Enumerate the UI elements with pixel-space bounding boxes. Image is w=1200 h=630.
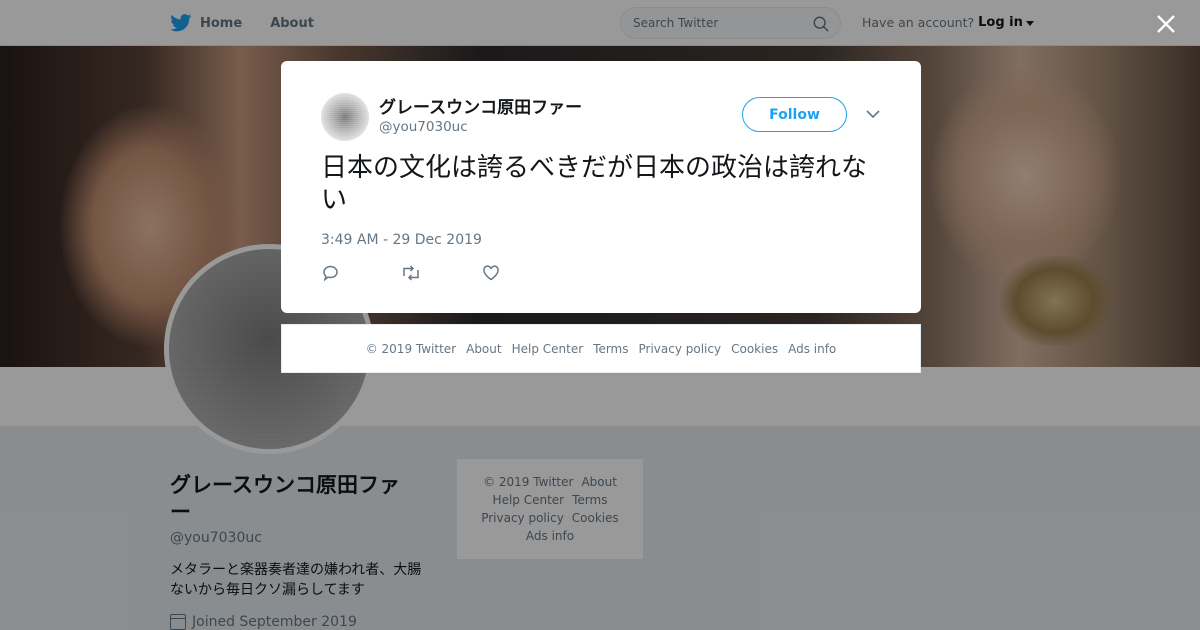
- tweet-author-name[interactable]: グレースウンコ原田ファー: [379, 93, 582, 118]
- tweet-text: 日本の文化は誇るべきだが日本の政治は誇れない: [321, 153, 868, 215]
- close-icon[interactable]: [1154, 12, 1178, 36]
- footer-ads[interactable]: Ads info: [788, 342, 836, 356]
- footer-cookies[interactable]: Cookies: [731, 342, 778, 356]
- tweet-modal: グレースウンコ原田ファー @you7030uc Follow 日本の文化は誇るべ…: [281, 61, 921, 313]
- modal-footer: © 2019 Twitter About Help Center Terms P…: [281, 324, 921, 373]
- footer-about[interactable]: About: [466, 342, 501, 356]
- footer-copyright: © 2019 Twitter: [365, 341, 457, 356]
- tweet-timestamp[interactable]: 3:49 AM - 29 Dec 2019: [321, 232, 482, 248]
- footer-privacy[interactable]: Privacy policy: [639, 342, 722, 356]
- reply-icon[interactable]: [321, 263, 341, 283]
- footer-help[interactable]: Help Center: [512, 342, 584, 356]
- heart-icon[interactable]: [481, 263, 501, 283]
- retweet-icon[interactable]: [401, 263, 421, 283]
- follow-button[interactable]: Follow: [742, 97, 847, 132]
- tweet-actions: [321, 263, 541, 283]
- footer-terms[interactable]: Terms: [593, 342, 628, 356]
- chevron-down-icon[interactable]: [865, 108, 881, 120]
- tweet-author-avatar[interactable]: [321, 93, 369, 141]
- tweet-author-handle[interactable]: @you7030uc: [379, 119, 468, 135]
